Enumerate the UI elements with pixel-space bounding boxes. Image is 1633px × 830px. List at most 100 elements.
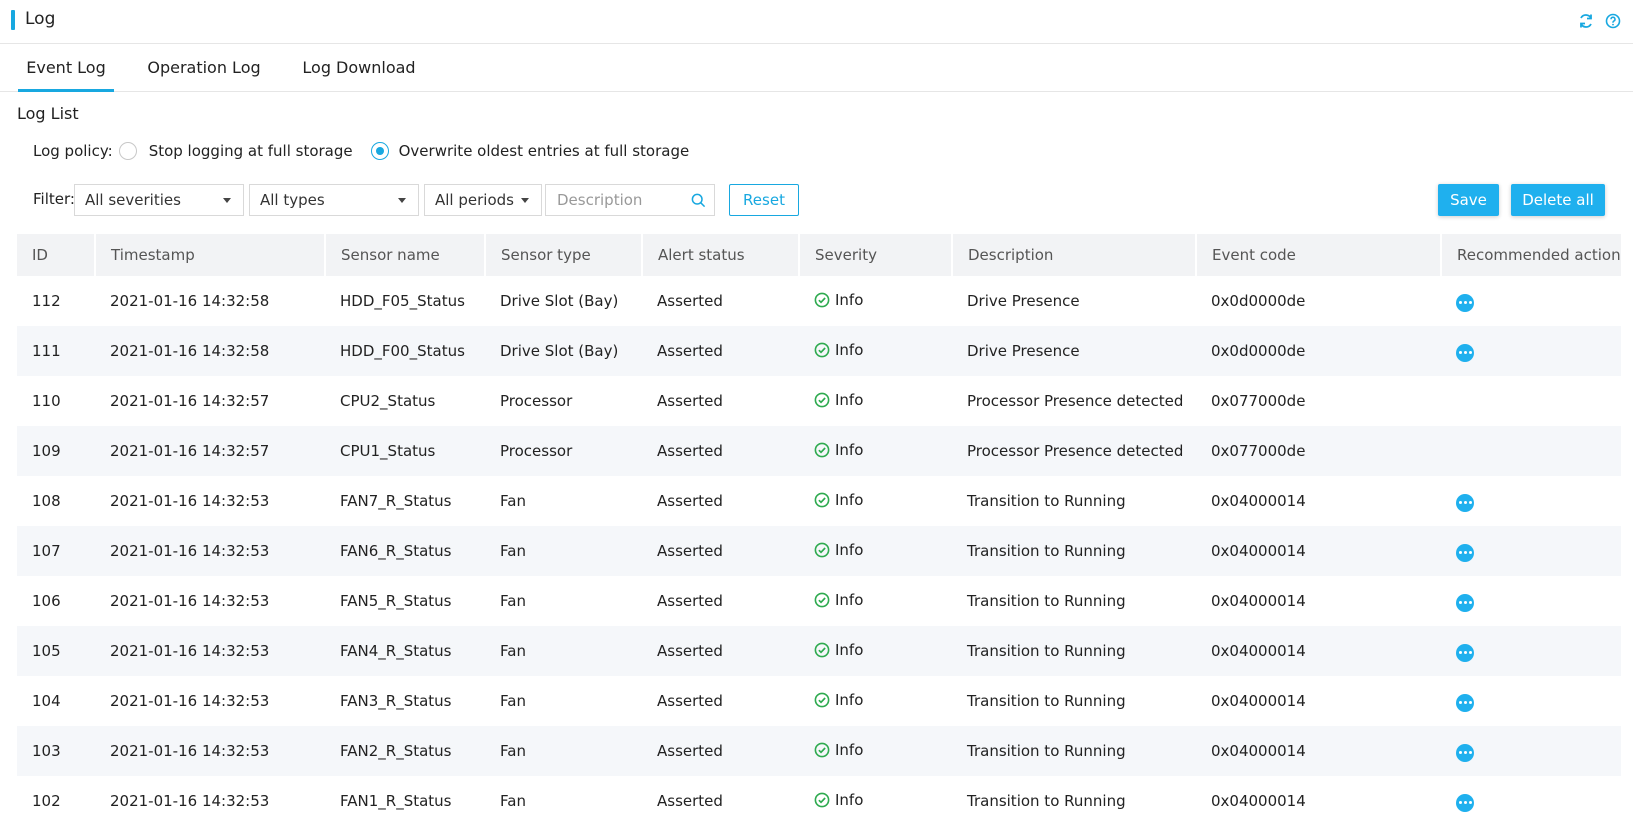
cell-description: Drive Presence xyxy=(967,292,1080,310)
table-row: 112 2021-01-16 14:32:58 HDD_F05_Status Driv… xyxy=(17,276,1621,326)
severity-label: Info xyxy=(835,790,864,809)
cell-id: 112 xyxy=(32,292,61,310)
table-row: 104 2021-01-16 14:32:53 FAN3_R_Status Fan As… xyxy=(17,676,1621,726)
table-row: 107 2021-01-16 14:32:53 FAN6_R_Status Fan As… xyxy=(17,526,1621,576)
radio-stop-logging[interactable] xyxy=(118,142,137,160)
cell-sensor-type: Fan xyxy=(500,492,526,510)
cell-recommended-action xyxy=(1441,276,1621,326)
cell-sensor-type: Fan xyxy=(485,526,642,576)
cell-sensor-name: CPU1_Status xyxy=(325,426,485,476)
cell-severity: Info xyxy=(799,526,952,576)
cell-id: 108 xyxy=(32,492,61,510)
tab-operation-log[interactable]: Operation Log xyxy=(144,44,264,92)
cell-sensor-name: HDD_F00_Status xyxy=(325,326,485,376)
severity-badge: Info xyxy=(814,641,863,659)
reset-button[interactable]: Reset xyxy=(729,184,799,216)
cell-recommended-action xyxy=(1441,676,1621,726)
table-row: 105 2021-01-16 14:32:53 FAN4_R_Status Fan As… xyxy=(17,626,1621,676)
cell-id: 106 xyxy=(32,592,61,610)
cell-id: 107 xyxy=(17,526,95,576)
more-icon[interactable] xyxy=(1456,293,1474,312)
column-header-description: Description xyxy=(952,234,1197,276)
severity-label: Info xyxy=(835,540,864,559)
table-row: 103 2021-01-16 14:32:53 FAN2_R_Status Fan As… xyxy=(17,726,1621,776)
cell-recommended-action xyxy=(1441,326,1621,376)
check-circle-icon xyxy=(814,692,830,707)
more-icon[interactable] xyxy=(1456,343,1474,362)
cell-recommended-action xyxy=(1441,726,1621,776)
cell-event-code: 0x04000014 xyxy=(1196,526,1441,576)
cell-sensor-name: FAN7_R_Status xyxy=(340,492,452,510)
table-header-row: ID Timestamp Sensor name Sensor type Ale… xyxy=(17,234,1621,276)
more-icon[interactable] xyxy=(1456,543,1474,562)
delete-all-button[interactable]: Delete all xyxy=(1511,184,1605,216)
cell-alert-status: Asserted xyxy=(657,392,723,410)
search-input[interactable] xyxy=(546,185,686,215)
more-icon[interactable] xyxy=(1456,593,1474,612)
cell-id: 103 xyxy=(17,726,95,776)
cell-sensor-type: Fan xyxy=(500,692,526,710)
check-circle-icon xyxy=(814,742,830,757)
cell-alert-status: Asserted xyxy=(642,626,799,676)
cell-event-code: 0x04000014 xyxy=(1211,792,1306,810)
more-icon[interactable] xyxy=(1456,693,1474,712)
cell-description: Processor Presence detected xyxy=(952,426,1196,476)
more-icon[interactable] xyxy=(1456,743,1474,762)
table-row: 106 2021-01-16 14:32:53 FAN5_R_Status Fan As… xyxy=(17,576,1621,626)
type-select-value: All types xyxy=(260,191,325,209)
cell-sensor-type: Drive Slot (Bay) xyxy=(500,292,619,310)
cell-recommended-action xyxy=(1441,376,1621,426)
cell-sensor-name: FAN4_R_Status xyxy=(325,626,485,676)
cell-event-code: 0x04000014 xyxy=(1196,726,1441,776)
tab-log-download[interactable]: Log Download xyxy=(296,44,422,92)
cell-recommended-action xyxy=(1441,776,1621,826)
cell-recommended-action xyxy=(1441,476,1621,526)
radio-overwrite-oldest[interactable] xyxy=(370,142,389,160)
cell-severity: Info xyxy=(799,776,952,826)
more-icon[interactable] xyxy=(1456,493,1474,512)
severity-badge: Info xyxy=(814,291,863,309)
type-select[interactable]: All types xyxy=(249,184,419,216)
more-icon[interactable] xyxy=(1456,643,1474,662)
chevron-down-icon xyxy=(398,198,406,203)
cell-sensor-type: Processor xyxy=(485,426,642,476)
more-icon[interactable] xyxy=(1456,793,1474,812)
radio-selected-dot xyxy=(375,147,384,155)
search-icon[interactable] xyxy=(691,193,706,212)
cell-id: 111 xyxy=(17,326,95,376)
cell-sensor-type: Fan xyxy=(500,592,526,610)
period-select[interactable]: All periods xyxy=(424,184,542,216)
severity-select[interactable]: All severities xyxy=(74,184,244,216)
cell-timestamp: 2021-01-16 14:32:58 xyxy=(95,326,325,376)
refresh-icon[interactable] xyxy=(1577,12,1595,30)
save-button[interactable]: Save xyxy=(1438,184,1499,216)
cell-sensor-type: Processor xyxy=(500,392,573,410)
table-row: 110 2021-01-16 14:32:57 CPU2_Status Process… xyxy=(17,376,1621,426)
cell-event-code: 0x0d0000de xyxy=(1211,292,1306,310)
help-icon[interactable] xyxy=(1604,12,1622,30)
radio-stop-logging-label[interactable]: Stop logging at full storage xyxy=(149,142,353,160)
section-title: Log List xyxy=(17,104,79,123)
log-tabs: Event Log Operation Log Log Download xyxy=(0,44,1633,92)
cell-event-code: 0x04000014 xyxy=(1211,492,1306,510)
radio-overwrite-oldest-label[interactable]: Overwrite oldest entries at full storage xyxy=(399,142,690,160)
cell-alert-status: Asserted xyxy=(642,526,799,576)
severity-label: Info xyxy=(835,590,864,609)
severity-label: Info xyxy=(835,290,864,309)
column-header-timestamp: Timestamp xyxy=(95,234,326,276)
severity-badge: Info xyxy=(814,491,863,509)
check-circle-icon xyxy=(814,342,830,357)
cell-sensor-name: FAN5_R_Status xyxy=(340,592,452,610)
cell-timestamp: 2021-01-16 14:32:53 xyxy=(95,726,325,776)
column-header-sensor-type: Sensor type xyxy=(485,234,643,276)
title-accent-bar xyxy=(11,10,15,30)
cell-alert-status: Asserted xyxy=(657,792,723,810)
cell-event-code: 0x077000de xyxy=(1196,426,1441,476)
tab-event-log[interactable]: Event Log xyxy=(18,44,114,92)
severity-label: Info xyxy=(835,690,864,709)
severity-label: Info xyxy=(835,340,864,359)
check-circle-icon xyxy=(814,642,830,657)
table-row: 111 2021-01-16 14:32:58 HDD_F00_Status Driv… xyxy=(17,326,1621,376)
cell-event-code: 0x04000014 xyxy=(1211,592,1306,610)
severity-badge: Info xyxy=(814,541,863,559)
